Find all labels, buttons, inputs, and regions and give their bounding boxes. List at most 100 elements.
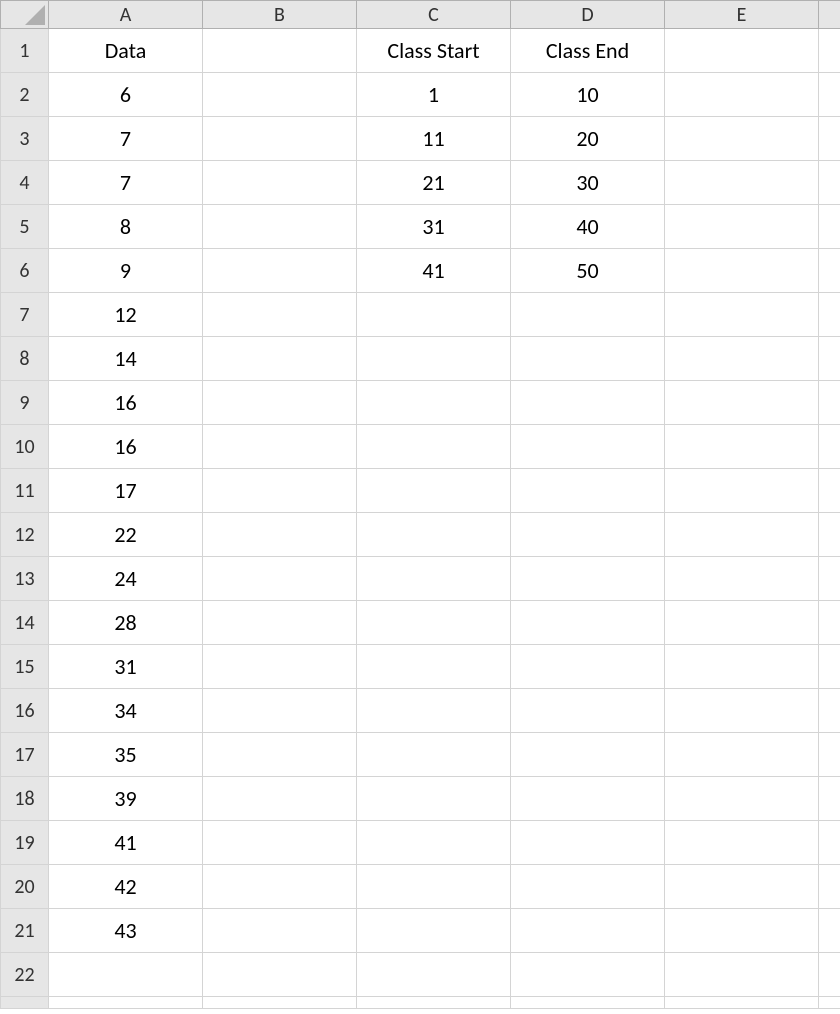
col-header-B[interactable]: B [203,1,357,29]
cell-B18[interactable] [203,777,357,821]
cell-B4[interactable] [203,161,357,205]
cell-B12[interactable] [203,513,357,557]
row-header-15[interactable]: 15 [1,645,49,689]
row-header-18[interactable]: 18 [1,777,49,821]
row-header-11[interactable]: 11 [1,469,49,513]
cell-A12[interactable]: 22 [49,513,203,557]
cell-A15[interactable]: 31 [49,645,203,689]
cell-C14[interactable] [357,601,511,645]
cell-E9[interactable] [665,381,819,425]
cell-B7[interactable] [203,293,357,337]
cell-D9[interactable] [511,381,665,425]
cell-D8[interactable] [511,337,665,381]
cell-C4[interactable]: 21 [357,161,511,205]
cell-C17[interactable] [357,733,511,777]
cell-B1[interactable] [203,29,357,73]
row-header-2[interactable]: 2 [1,73,49,117]
row-header-10[interactable]: 10 [1,425,49,469]
cell-E8[interactable] [665,337,819,381]
col-header-A[interactable]: A [49,1,203,29]
cell-A20[interactable]: 42 [49,865,203,909]
cell-A14[interactable]: 28 [49,601,203,645]
cell-D13[interactable] [511,557,665,601]
row-header-4[interactable]: 4 [1,161,49,205]
cell-B6[interactable] [203,249,357,293]
cell-B17[interactable] [203,733,357,777]
cell-B3[interactable] [203,117,357,161]
cell-D20[interactable] [511,865,665,909]
cell-D15[interactable] [511,645,665,689]
cell-E2[interactable] [665,73,819,117]
cell-E22[interactable] [665,953,819,997]
cell-C7[interactable] [357,293,511,337]
cell-C2[interactable]: 1 [357,73,511,117]
cell-A22[interactable] [49,953,203,997]
cell-B14[interactable] [203,601,357,645]
cell-D16[interactable] [511,689,665,733]
cell-B11[interactable] [203,469,357,513]
cell-A3[interactable]: 7 [49,117,203,161]
cell-B16[interactable] [203,689,357,733]
cell-E4[interactable] [665,161,819,205]
cell-E3[interactable] [665,117,819,161]
cell-A7[interactable]: 12 [49,293,203,337]
cell-C5[interactable]: 31 [357,205,511,249]
cell-D5[interactable]: 40 [511,205,665,249]
cell-A16[interactable]: 34 [49,689,203,733]
cell-A9[interactable]: 16 [49,381,203,425]
row-header-21[interactable]: 21 [1,909,49,953]
cell-A13[interactable]: 24 [49,557,203,601]
row-header-16[interactable]: 16 [1,689,49,733]
cell-E21[interactable] [665,909,819,953]
col-header-D[interactable]: D [511,1,665,29]
row-header-19[interactable]: 19 [1,821,49,865]
cell-C16[interactable] [357,689,511,733]
cell-E5[interactable] [665,205,819,249]
cell-B21[interactable] [203,909,357,953]
row-header-5[interactable]: 5 [1,205,49,249]
cell-A10[interactable]: 16 [49,425,203,469]
cell-C11[interactable] [357,469,511,513]
row-header-8[interactable]: 8 [1,337,49,381]
cell-B2[interactable] [203,73,357,117]
cell-A8[interactable]: 14 [49,337,203,381]
cell-D2[interactable]: 10 [511,73,665,117]
cell-D19[interactable] [511,821,665,865]
cell-E7[interactable] [665,293,819,337]
cell-A6[interactable]: 9 [49,249,203,293]
cell-D1[interactable]: Class End [511,29,665,73]
cell-D10[interactable] [511,425,665,469]
cell-E15[interactable] [665,645,819,689]
cell-C19[interactable] [357,821,511,865]
col-header-C[interactable]: C [357,1,511,29]
cell-E16[interactable] [665,689,819,733]
cell-A2[interactable]: 6 [49,73,203,117]
cell-C15[interactable] [357,645,511,689]
row-header-14[interactable]: 14 [1,601,49,645]
row-header-7[interactable]: 7 [1,293,49,337]
row-header-20[interactable]: 20 [1,865,49,909]
cell-D17[interactable] [511,733,665,777]
cell-D18[interactable] [511,777,665,821]
row-header-13[interactable]: 13 [1,557,49,601]
cell-E20[interactable] [665,865,819,909]
cell-A17[interactable]: 35 [49,733,203,777]
cell-A5[interactable]: 8 [49,205,203,249]
cell-E14[interactable] [665,601,819,645]
cell-D7[interactable] [511,293,665,337]
cell-A19[interactable]: 41 [49,821,203,865]
cell-B19[interactable] [203,821,357,865]
cell-C21[interactable] [357,909,511,953]
cell-B9[interactable] [203,381,357,425]
cell-C13[interactable] [357,557,511,601]
cell-D12[interactable] [511,513,665,557]
cell-B22[interactable] [203,953,357,997]
cell-C12[interactable] [357,513,511,557]
row-header-9[interactable]: 9 [1,381,49,425]
cell-E11[interactable] [665,469,819,513]
row-header-3[interactable]: 3 [1,117,49,161]
cell-D11[interactable] [511,469,665,513]
row-header-22[interactable]: 22 [1,953,49,997]
cell-B13[interactable] [203,557,357,601]
cell-C18[interactable] [357,777,511,821]
